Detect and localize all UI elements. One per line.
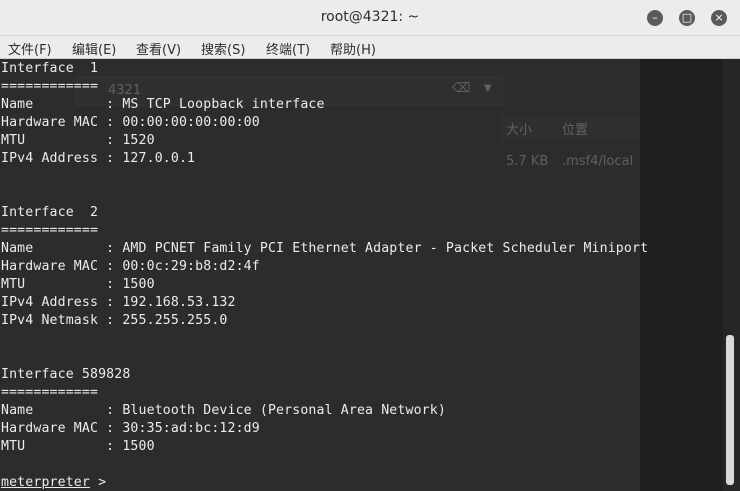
- terminal-prompt[interactable]: meterpreter >: [1, 474, 106, 491]
- menu-terminal[interactable]: 终端(T): [266, 39, 310, 58]
- terminal-line: MTU : 1500: [1, 439, 155, 454]
- terminal-output[interactable]: 4321 ⌫ ▼ 大小 位置 5.7 KB .msf4/local Interf…: [0, 59, 723, 491]
- terminal-line: Hardware MAC : 00:00:00:00:00:00: [1, 115, 260, 130]
- terminal-line: Name : AMD PCNET Family PCI Ethernet Ada…: [1, 241, 649, 256]
- title-bar[interactable]: root@4321: ~ – □ ×: [0, 0, 740, 36]
- ghost-clear-icon: ⌫: [452, 81, 471, 96]
- ghost-dropdown-icon: ▼: [484, 83, 492, 94]
- prompt-label: meterpreter: [1, 475, 90, 490]
- terminal-line: MTU : 1520: [1, 133, 155, 148]
- terminal-line: IPv4 Address : 192.168.53.132: [1, 295, 236, 310]
- menu-file[interactable]: 文件(F): [8, 39, 52, 58]
- scrollbar-thumb[interactable]: [726, 335, 734, 485]
- terminal-line: ============: [1, 223, 99, 238]
- terminal-line: Hardware MAC : 00:0c:29:b8:d2:4f: [1, 259, 260, 274]
- terminal-line: ============: [1, 79, 99, 94]
- terminal-line: IPv4 Netmask : 255.255.255.0: [1, 313, 228, 328]
- maximize-icon[interactable]: □: [679, 10, 695, 26]
- prompt-symbol: >: [90, 475, 107, 490]
- minimize-icon[interactable]: –: [647, 10, 663, 26]
- terminal-line: Name : Bluetooth Device (Personal Area N…: [1, 403, 446, 418]
- window-title: root@4321: ~: [320, 9, 420, 25]
- ghost-size-header: 大小: [506, 123, 533, 138]
- menu-bar: 文件(F) 编辑(E) 查看(V) 搜索(S) 终端(T) 帮助(H): [0, 36, 740, 59]
- terminal-line: Interface 1: [1, 61, 99, 76]
- terminal-line: Name : MS TCP Loopback interface: [1, 97, 325, 112]
- ghost-dark-pane: [640, 59, 723, 491]
- terminal-line: Interface 2: [1, 205, 99, 220]
- menu-view[interactable]: 查看(V): [136, 39, 181, 58]
- menu-help[interactable]: 帮助(H): [330, 39, 376, 58]
- ghost-file-location: .msf4/local: [562, 154, 634, 169]
- ghost-file-size: 5.7 KB: [506, 154, 549, 169]
- terminal-line: IPv4 Address : 127.0.0.1: [1, 151, 196, 166]
- close-icon[interactable]: ×: [711, 10, 727, 26]
- scrollbar[interactable]: [723, 59, 740, 491]
- terminal-line: ============: [1, 385, 99, 400]
- menu-search[interactable]: 搜索(S): [201, 39, 245, 58]
- terminal-line: MTU : 1500: [1, 277, 155, 292]
- ghost-location-header: 位置: [562, 123, 589, 138]
- terminal-line: Interface 589828: [1, 367, 131, 382]
- terminal-line: Hardware MAC : 30:35:ad:bc:12:d9: [1, 421, 260, 436]
- menu-edit[interactable]: 编辑(E): [72, 39, 116, 58]
